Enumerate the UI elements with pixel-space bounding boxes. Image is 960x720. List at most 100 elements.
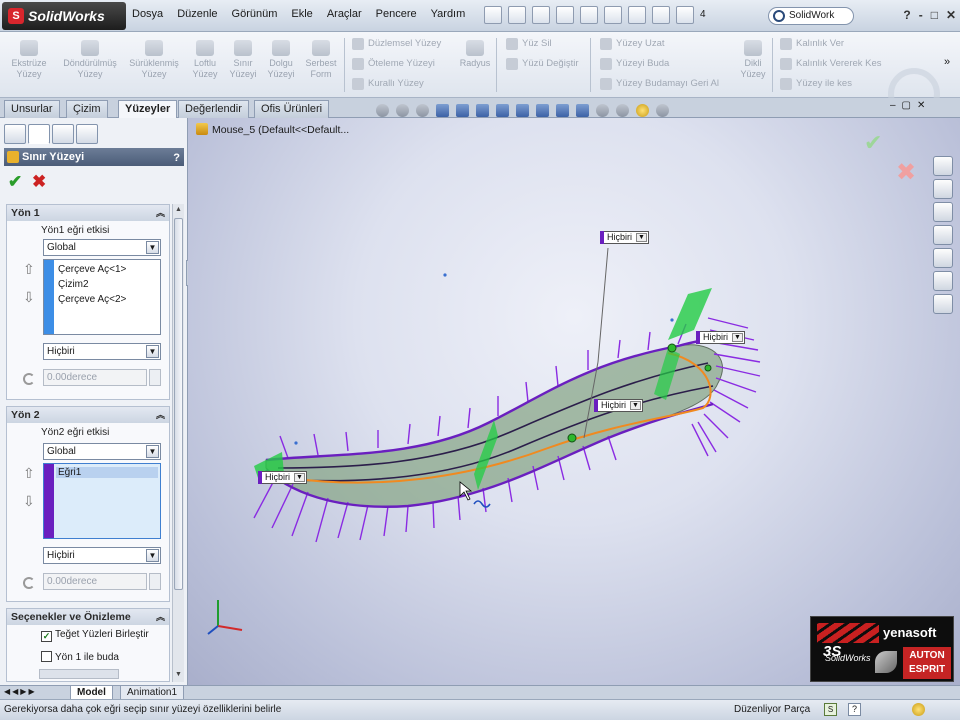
list-item[interactable]: Çerçeve Aç<1> [58, 264, 126, 275]
section-view-icon[interactable] [436, 104, 449, 117]
chevron-down-icon[interactable]: ▼ [630, 401, 642, 410]
list-item[interactable]: Çerçeve Aç<2> [58, 294, 126, 305]
menu-ekle[interactable]: Ekle [291, 8, 312, 20]
quick-tips-icon[interactable]: ? [848, 703, 861, 716]
view-palette-icon[interactable] [933, 248, 953, 268]
tangency-callout[interactable]: Hiçbiri ▼ [600, 231, 650, 244]
direction1-angle-field[interactable]: 0.00derece [43, 369, 147, 386]
collapse-icon[interactable]: ︽ [156, 407, 165, 423]
help-button[interactable]: ? [903, 8, 910, 22]
extruded-surface-button[interactable]: Ekstrüze Yüzey [10, 40, 48, 80]
options-header[interactable]: Seçenekler ve Önizleme ︽ [7, 609, 169, 625]
collapse-icon[interactable]: ︽ [156, 205, 165, 221]
move-down-icon[interactable]: ⇩ [23, 493, 35, 510]
tab-unsurlar[interactable]: Unsurlar [4, 100, 60, 118]
chevron-down-icon[interactable]: ▼ [732, 333, 744, 342]
zoom-to-area-icon[interactable] [396, 104, 409, 117]
select-icon[interactable] [604, 6, 622, 24]
control-point[interactable] [567, 433, 577, 443]
view-orientation-icon[interactable] [476, 104, 489, 117]
direction1-tangency-select[interactable]: Hiçbiri ▼ [43, 343, 161, 360]
feature-manager-tab-icon[interactable] [4, 124, 26, 144]
cancel-button[interactable]: ✖ [32, 172, 46, 192]
menu-duzenle[interactable]: Düzenle [177, 8, 217, 20]
direction1-header[interactable]: Yön 1 ︽ [7, 205, 169, 221]
configuration-manager-tab-icon[interactable] [52, 124, 74, 144]
direction1-influence-select[interactable]: Global ▼ [43, 239, 161, 256]
save-icon[interactable] [532, 6, 550, 24]
menu-gorunum[interactable]: Görünüm [232, 8, 278, 20]
direction2-tangency-select[interactable]: Hiçbiri ▼ [43, 547, 161, 564]
control-point[interactable] [704, 364, 712, 372]
print-icon[interactable] [556, 6, 574, 24]
close-button[interactable]: ✕ [946, 8, 956, 22]
offset-surface-button[interactable]: Öteleme Yüzeyi [352, 56, 435, 72]
feature-tree-flyout[interactable]: Mouse_5 (Default<<Default... [196, 123, 349, 136]
realview-icon[interactable] [636, 104, 649, 117]
trim-surface-button[interactable]: Yüzeyi Buda [600, 56, 669, 72]
chevron-down-icon[interactable]: ▼ [294, 473, 306, 482]
trim-by-direction1-checkbox[interactable]: Yön 1 ile buda [41, 651, 119, 663]
knit-surface-button[interactable]: Dikli Yüzey [734, 40, 772, 80]
search-input[interactable]: SolidWork [789, 10, 834, 21]
file-properties-icon[interactable] [652, 6, 670, 24]
rebuild-status-icon[interactable]: S [824, 703, 837, 716]
planar-surface-button[interactable]: Düzlemsel Yüzey [352, 36, 441, 52]
help-icon[interactable]: ? [173, 149, 180, 167]
scroll-down-icon[interactable]: ▼ [174, 670, 183, 680]
list-item[interactable]: Eğri1 [56, 467, 158, 478]
hide-show-items-icon[interactable] [516, 104, 529, 117]
new-document-icon[interactable] [484, 6, 502, 24]
rebuild-icon[interactable] [628, 6, 646, 24]
swept-surface-button[interactable]: Sürüklenmiş Yüzey [124, 40, 184, 80]
move-up-icon[interactable]: ⇧ [23, 465, 35, 482]
delete-face-button[interactable]: Yüz Sil [506, 36, 552, 52]
tangency-callout[interactable]: Hiçbiri ▼ [594, 399, 644, 412]
cut-with-surface-button[interactable]: Yüzey ile kes [780, 76, 852, 92]
graphics-area[interactable]: Mouse_5 (Default<<Default... Hiçbiri ▼ Hi… [188, 118, 960, 685]
tab-degerlendir[interactable]: Değerlendir [178, 100, 249, 118]
merge-tangent-checkbox[interactable]: ✓ Teğet Yüzleri Birleştir [41, 629, 149, 642]
freeform-button[interactable]: Serbest Form [302, 40, 340, 80]
panel-scrollbar[interactable]: ▲ ▼ [172, 204, 184, 682]
partial-button[interactable] [39, 669, 119, 679]
extend-surface-button[interactable]: Yüzey Uzat [600, 36, 665, 52]
lofted-surface-button[interactable]: Loftlu Yüzey [186, 40, 224, 80]
menu-dosya[interactable]: Dosya [132, 8, 163, 20]
menu-araclar[interactable]: Araçlar [327, 8, 362, 20]
previous-view-icon[interactable] [416, 104, 429, 117]
tab-animation1[interactable]: Animation1 [120, 686, 185, 700]
undo-icon[interactable] [580, 6, 598, 24]
zoom-to-fit-icon[interactable] [376, 104, 389, 117]
collaboration-icon[interactable] [912, 703, 925, 716]
tab-cizim[interactable]: Çizim [66, 100, 108, 118]
control-point[interactable] [667, 343, 677, 353]
move-up-icon[interactable]: ⇧ [23, 261, 35, 278]
tab-yuzeyler[interactable]: Yüzeyler [118, 100, 178, 119]
direction2-curve-list[interactable]: Eğri1 [43, 463, 161, 539]
document-window-controls[interactable]: –▢✕ [890, 100, 931, 111]
direction2-influence-select[interactable]: Global ▼ [43, 443, 161, 460]
tangency-callout[interactable]: Hiçbiri ▼ [696, 331, 746, 344]
replace-face-button[interactable]: Yüzü Değiştir [506, 56, 579, 72]
angle-spinner[interactable] [149, 573, 161, 590]
list-item[interactable]: Çizim2 [58, 279, 89, 290]
maximize-button[interactable]: □ [931, 8, 938, 22]
fill-surface-button[interactable]: Dolgu Yüzeyi [262, 40, 300, 80]
solidworks-resources-icon[interactable] [933, 156, 953, 176]
display-style-icon[interactable] [496, 104, 509, 117]
thicken-button[interactable]: Kalınlık Ver [780, 36, 844, 52]
tab-ofis-urunleri[interactable]: Ofis Ürünleri [254, 100, 330, 118]
confirmation-cancel-icon[interactable]: ✖ [896, 158, 916, 187]
fillet-button[interactable]: Radyus [456, 40, 494, 69]
property-manager-tab-icon[interactable] [28, 124, 50, 144]
ok-button[interactable]: ✔ [8, 172, 22, 192]
ruled-surface-button[interactable]: Kurallı Yüzey [352, 76, 424, 92]
direction1-curve-list[interactable]: Çerçeve Aç<1> Çizim2 Çerçeve Aç<2> [43, 259, 161, 335]
collapse-icon[interactable]: ︽ [156, 609, 165, 625]
scroll-thumb[interactable] [174, 218, 183, 590]
tab-model[interactable]: Model [70, 686, 113, 700]
confirmation-ok-icon[interactable]: ✔ [864, 130, 882, 156]
design-library-icon[interactable] [933, 179, 953, 199]
more-commands-icon[interactable]: » [944, 56, 950, 68]
